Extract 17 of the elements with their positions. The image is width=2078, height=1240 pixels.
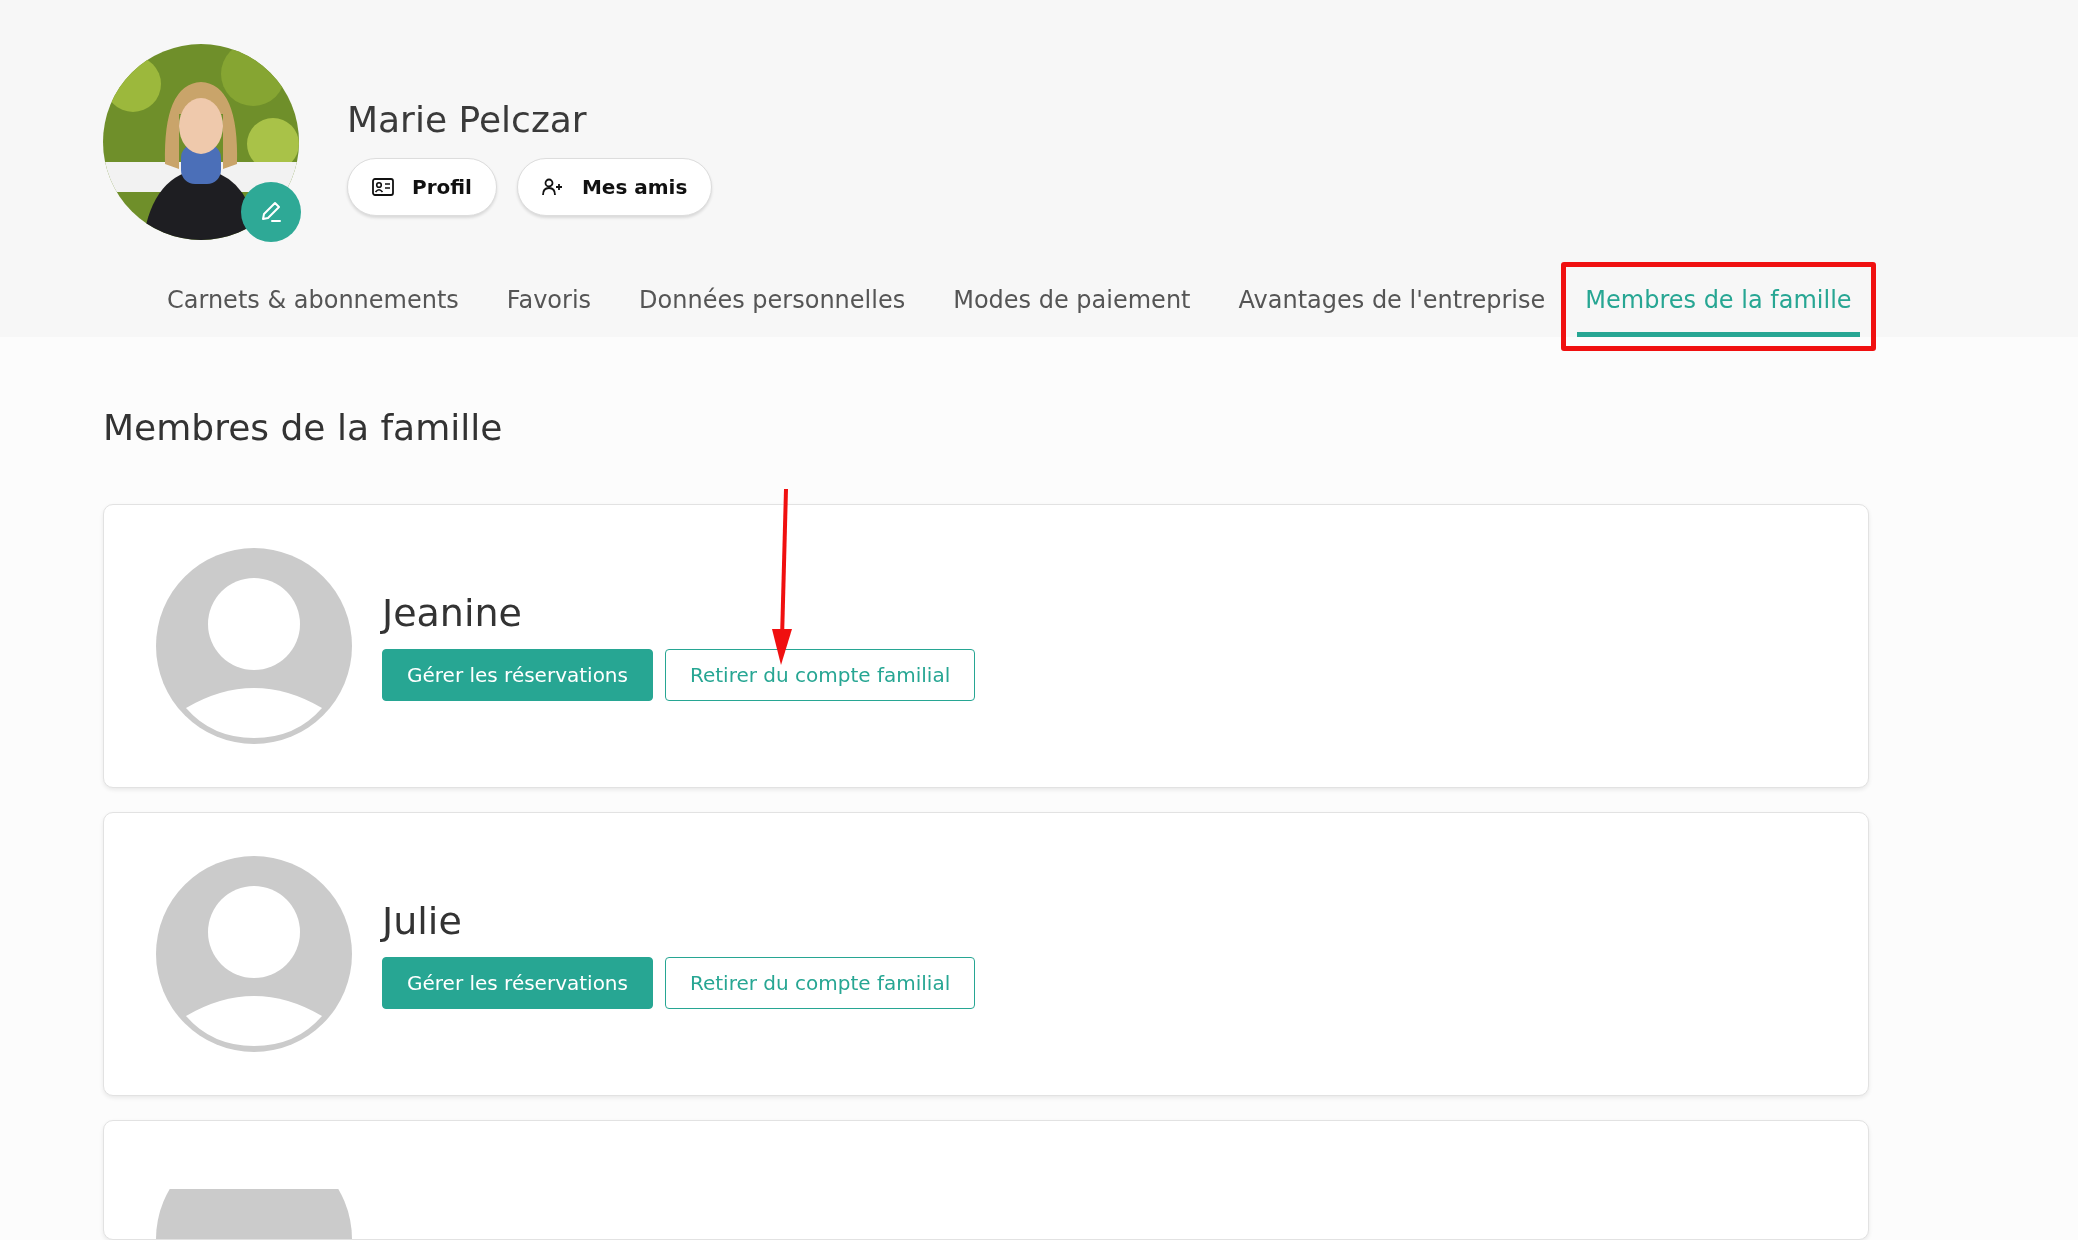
add-person-icon [541,177,564,196]
member-name: Jeanine [382,591,523,635]
avatar-placeholder-icon [156,856,352,1052]
friends-button[interactable]: Mes amis [516,157,713,216]
tab[interactable]: Carnets & abonnements [143,276,483,337]
edit-button[interactable] [241,182,301,242]
profile-button[interactable]: Profil [347,157,497,216]
tab[interactable]: Favoris [482,276,616,337]
tab[interactable]: Modes de paiement [929,276,1215,337]
id-card-icon [372,177,394,196]
avatar-placeholder-icon [156,548,352,744]
section-title: Membres de la famille [103,407,504,448]
tab[interactable]: Avantages de l'entreprise [1214,276,1570,337]
avatar-placeholder-icon [156,1189,352,1239]
member-name: Julie [382,899,463,943]
user-name: Marie Pelczar [347,98,588,140]
tab[interactable]: Données personnelles [615,276,930,337]
